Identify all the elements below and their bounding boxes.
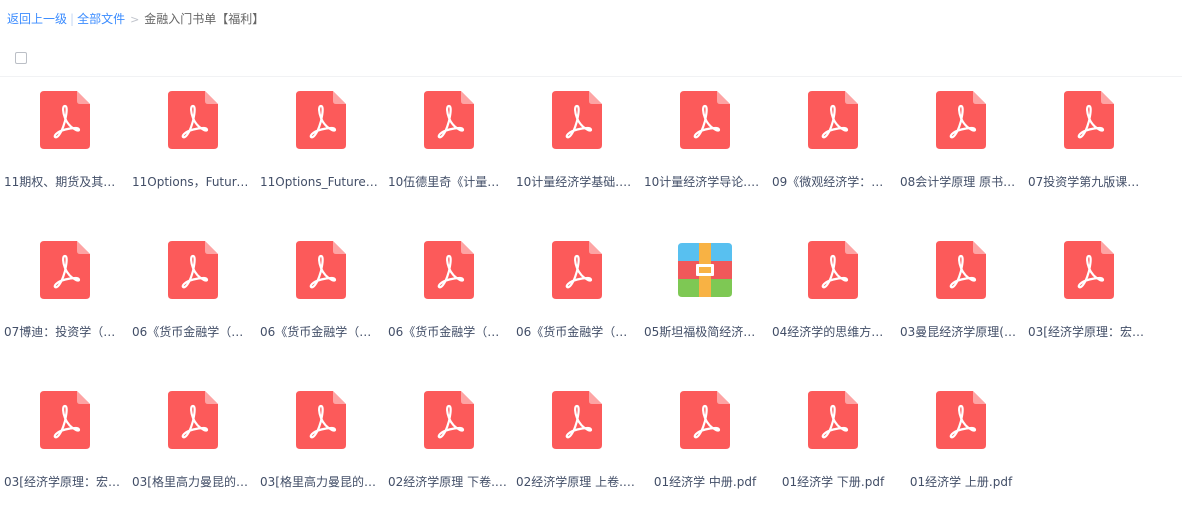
pdf-icon [40,91,90,149]
file-name[interactable]: 01经济学 下册.pdf [772,474,894,490]
file-name[interactable]: 07投资学第九版课后答案.pdf [1028,174,1150,190]
file-item[interactable]: 03[格里高力曼昆的经济学原理].pdf [256,377,384,527]
file-item[interactable]: 10计量经济学导论.pdf [640,77,768,227]
pdf-icon [1064,91,1114,149]
file-item[interactable]: 11期权、期货及其衍生产品.pdf [0,77,128,227]
file-item[interactable]: 03曼昆经济学原理(第七版).pdf [896,227,1024,377]
file-item[interactable]: 02经济学原理 上卷.pdf [512,377,640,527]
file-name[interactable]: 03[格里高力曼昆的经济学原理].pdf [260,474,382,490]
file-item[interactable]: 11Options_Futures_and_Other_Derivatives.… [256,77,384,227]
pdf-icon [424,391,474,449]
file-item[interactable]: 01经济学 上册.pdf [896,377,1024,527]
pdf-icon [552,391,602,449]
file-item[interactable]: 01经济学 下册.pdf [768,377,896,527]
file-item[interactable]: 05斯坦福极简经济学.rar [640,227,768,377]
file-name[interactable]: 03[经济学原理：宏观经济学分册].pdf [4,474,126,490]
file-item[interactable]: 03[经济学原理：宏观经济学分册].pdf [1024,227,1152,377]
file-item[interactable]: 06《货币金融学（第十版）》.pdf [512,227,640,377]
file-item[interactable]: 06《货币金融学（第二版）》.pdf [384,227,512,377]
pdf-icon [552,241,602,299]
pdf-icon [296,391,346,449]
file-name[interactable]: 06《货币金融学（第九版）》.pdf [132,324,254,340]
current-folder-name: 金融入门书单【福利】 [144,12,265,26]
pdf-icon [296,91,346,149]
pdf-icon [552,91,602,149]
pdf-icon [936,241,986,299]
file-name[interactable]: 05斯坦福极简经济学.rar [644,324,766,340]
file-name[interactable]: 02经济学原理 上卷.pdf [516,474,638,490]
pdf-icon [424,241,474,299]
all-files-link[interactable]: 全部文件 [77,12,125,26]
pdf-icon [168,91,218,149]
pdf-icon [680,391,730,449]
file-name[interactable]: 10伍德里奇《计量经济学导论》.pdf [388,174,510,190]
file-item[interactable]: 10计量经济学基础.pdf [512,77,640,227]
pdf-icon [808,91,858,149]
file-item[interactable]: 10伍德里奇《计量经济学导论》.pdf [384,77,512,227]
file-name[interactable]: 10计量经济学导论.pdf [644,174,766,190]
file-name[interactable]: 08会计学原理 原书第19版.pdf [900,174,1022,190]
file-grid: 11期权、期货及其衍生产品.pdf 11Options，Futures and O… [0,77,1182,527]
file-name[interactable]: 06《货币金融学（英文版）》.pdf [260,324,382,340]
file-item[interactable]: 01经济学 中册.pdf [640,377,768,527]
file-name[interactable]: 02经济学原理 下卷.pdf [388,474,510,490]
pdf-icon [936,391,986,449]
breadcrumb-divider: | [70,12,75,26]
pdf-icon [936,91,986,149]
pdf-icon [168,241,218,299]
pdf-icon [40,241,90,299]
pdf-icon [296,241,346,299]
file-name[interactable]: 04经济学的思维方式.pdf [772,324,894,340]
file-name[interactable]: 11Options，Futures and Other Derivatives.… [132,174,254,190]
file-name[interactable]: 10计量经济学基础.pdf [516,174,638,190]
file-item[interactable]: 11Options，Futures and Other Derivatives.… [128,77,256,227]
file-name[interactable]: 01经济学 上册.pdf [900,474,1022,490]
file-item[interactable]: 03[经济学原理：宏观经济学分册].pdf [0,377,128,527]
file-item[interactable]: 02经济学原理 下卷.pdf [384,377,512,527]
file-item[interactable]: 09《微观经济学：现代观点》.pdf [768,77,896,227]
file-item[interactable]: 06《货币金融学（第九版）》.pdf [128,227,256,377]
file-name[interactable]: 09《微观经济学：现代观点》.pdf [772,174,894,190]
breadcrumb-separator-icon: > [130,13,140,26]
file-name[interactable]: 03曼昆经济学原理(第七版).pdf [900,324,1022,340]
file-item[interactable]: 04经济学的思维方式.pdf [768,227,896,377]
file-item[interactable]: 07投资学第九版课后答案.pdf [1024,77,1152,227]
file-item[interactable]: 06《货币金融学（英文版）》.pdf [256,227,384,377]
file-item[interactable]: 08会计学原理 原书第19版.pdf [896,77,1024,227]
select-all-checkbox[interactable] [15,52,27,64]
file-name[interactable]: 01经济学 中册.pdf [644,474,766,490]
file-name[interactable]: 06《货币金融学（第十版）》.pdf [516,324,638,340]
pdf-icon [808,241,858,299]
pdf-icon [680,91,730,149]
file-name[interactable]: 03[经济学原理：宏观经济学分册].pdf [1028,324,1150,340]
pdf-icon [808,391,858,449]
file-name[interactable]: 07博迪：投资学（第九版）.pdf [4,324,126,340]
archive-icon [678,243,732,301]
file-name[interactable]: 03[格里高力曼昆的经济学原理].pdf [132,474,254,490]
pdf-icon [168,391,218,449]
file-name[interactable]: 11Options_Futures_and_Other_Derivatives.… [260,174,382,190]
pdf-icon [40,391,90,449]
file-name[interactable]: 11期权、期货及其衍生产品.pdf [4,174,126,190]
file-name[interactable]: 06《货币金融学（第二版）》.pdf [388,324,510,340]
breadcrumb: 返回上一级 | 全部文件 > 金融入门书单【福利】 [7,11,264,28]
back-link[interactable]: 返回上一级 [7,12,67,26]
file-item[interactable]: 03[格里高力曼昆的经济学原理].pdf [128,377,256,527]
pdf-icon [1064,241,1114,299]
pdf-icon [424,91,474,149]
file-item[interactable]: 07博迪：投资学（第九版）.pdf [0,227,128,377]
